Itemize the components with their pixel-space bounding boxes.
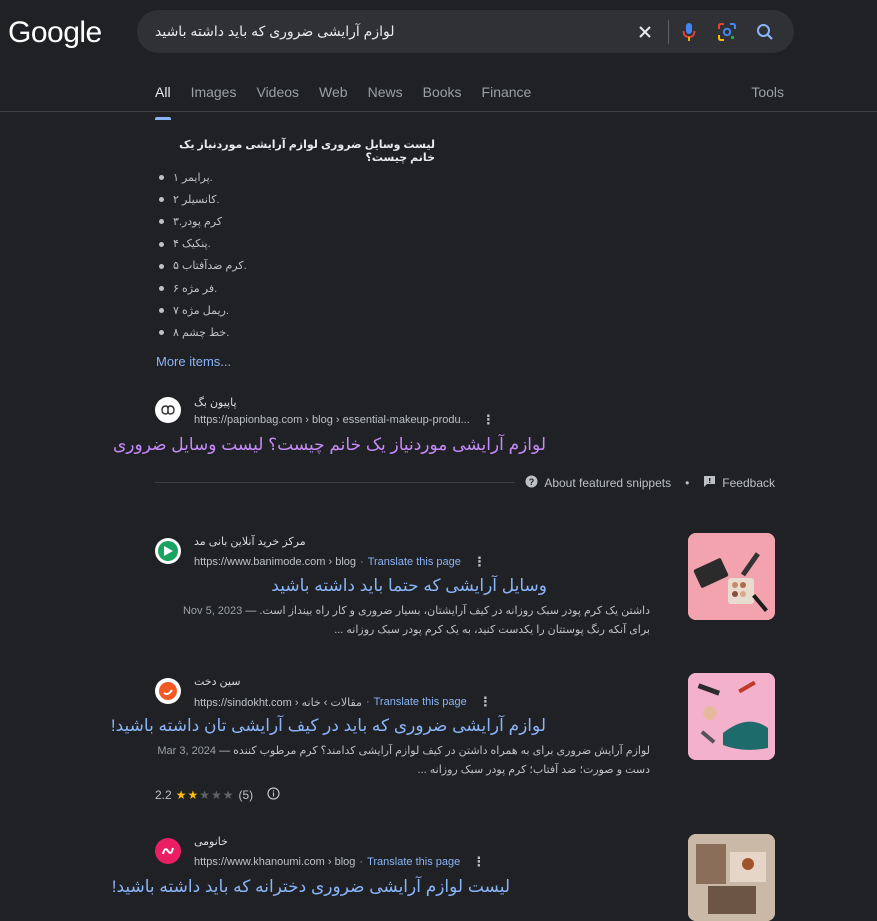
- svg-text:?: ?: [529, 477, 535, 487]
- list-item: ۳.کرم پودر: [155, 210, 247, 232]
- list-item: فر مژه ۶.: [155, 277, 247, 299]
- result-rating: 2.2 ★★★★★ (5): [155, 787, 280, 803]
- list-item: پنکیک ۴.: [155, 233, 247, 255]
- site-favicon[interactable]: [155, 678, 181, 704]
- footer-separator: •: [685, 476, 690, 490]
- site-url[interactable]: https://www.khanoumi.com › blog · Transl…: [194, 854, 485, 870]
- tab-finance[interactable]: Finance: [482, 82, 532, 110]
- translate-link[interactable]: Translate this page: [374, 696, 467, 708]
- site-url[interactable]: https://papionbag.com › blog › essential…: [194, 412, 495, 428]
- review-count: (5): [238, 788, 254, 802]
- url-text[interactable]: https://www.khanoumi.com › blog: [194, 856, 355, 868]
- result-date: Mar 3, 2024: [157, 745, 217, 757]
- list-item: کرم ضدآفتاب ۵.: [155, 255, 247, 277]
- help-icon[interactable]: ?: [525, 475, 538, 491]
- result-snippet-text: داشتن یک کرم پودر سبک روزانه در کیف آرای…: [245, 605, 650, 617]
- site-url[interactable]: https://www.banimode.com › blog · Transl…: [194, 554, 486, 570]
- list-item: کانسیلر ۲.: [155, 188, 247, 210]
- google-lens-icon[interactable]: [716, 21, 738, 43]
- search-result: خانومی https://www.khanoumi.com › blog ·…: [112, 835, 650, 900]
- list-item: ریمل مژه ۷.: [155, 299, 247, 321]
- tab-news[interactable]: News: [368, 82, 403, 110]
- translate-link[interactable]: Translate this page: [367, 856, 460, 868]
- more-options-icon[interactable]: ⋮: [473, 554, 486, 570]
- result-snippet: لوازم آرایش ضروری برای به همراه داشتن در…: [155, 742, 650, 780]
- tabs-divider: [0, 111, 877, 112]
- url-text[interactable]: https://papionbag.com › blog › essential…: [194, 414, 470, 426]
- site-name[interactable]: مرکز خرید آنلاین بانی مد: [194, 535, 306, 548]
- result-snippet-text: دست و صورت؛ ضد آفتاب؛ کرم پودر سبک روزان…: [417, 764, 650, 776]
- site-url[interactable]: https://sindokht.com › مقالات › خانه · T…: [194, 694, 492, 710]
- info-icon[interactable]: [267, 787, 280, 803]
- microphone-icon[interactable]: [678, 21, 700, 43]
- url-text[interactable]: https://sindokht.com › مقالات › خانه: [194, 696, 362, 709]
- search-input[interactable]: لوازم آرایشی ضروری که باید داشته باشید: [155, 10, 595, 53]
- snippet-footer: ? About featured snippets • Feedback: [515, 475, 775, 491]
- site-name[interactable]: خانومی: [194, 835, 228, 848]
- tools-button[interactable]: Tools: [751, 84, 784, 100]
- tab-books[interactable]: Books: [423, 82, 462, 110]
- result-title[interactable]: لوازم آرایشی ضروری که باید در کیف آرایشی…: [111, 716, 546, 736]
- more-items-link[interactable]: More items...: [156, 354, 231, 369]
- featured-snippet-source: پاپیون بگ https://papionbag.com › blog ›…: [113, 396, 546, 460]
- result-title[interactable]: لیست لوازم آرایشی ضروری دخترانه که باید …: [112, 877, 510, 897]
- rating-value: 2.2: [155, 788, 172, 802]
- more-options-icon[interactable]: ⋮: [472, 854, 485, 870]
- result-title[interactable]: لوازم آرایشی موردنیاز یک خانم چیست؟ لیست…: [113, 435, 546, 455]
- search-bar[interactable]: لوازم آرایشی ضروری که باید داشته باشید: [137, 10, 794, 53]
- rating-stars: ★★★★★: [175, 788, 235, 802]
- result-snippet-text: برای آنکه رنگ پوستتان را یکدست کنید، به …: [334, 624, 650, 636]
- result-snippet-text: لوازم آرایش ضروری برای به همراه داشتن در…: [219, 745, 650, 757]
- about-featured-snippets-link[interactable]: About featured snippets: [544, 476, 671, 490]
- tab-videos[interactable]: Videos: [256, 82, 299, 110]
- search-tabs: All Images Videos Web News Books Finance: [155, 82, 532, 120]
- list-item: پرایمر ۱.: [155, 166, 247, 188]
- featured-snippet-list: پرایمر ۱. کانسیلر ۲. ۳.کرم پودر پنکیک ۴.…: [155, 166, 247, 344]
- list-item: خط چشم ۸.: [155, 321, 247, 343]
- google-logo[interactable]: Google: [8, 16, 102, 50]
- result-title[interactable]: وسایل آرایشی که حتما باید داشته باشید: [271, 576, 547, 596]
- search-result: سین دخت https://sindokht.com › مقالات › …: [111, 675, 650, 815]
- result-thumbnail[interactable]: [688, 834, 775, 921]
- tab-web[interactable]: Web: [319, 82, 348, 110]
- search-icon[interactable]: [754, 21, 776, 43]
- url-text[interactable]: https://www.banimode.com › blog: [194, 556, 356, 568]
- result-thumbnail[interactable]: [688, 673, 775, 760]
- feedback-link[interactable]: Feedback: [722, 476, 775, 490]
- feedback-icon[interactable]: [703, 475, 716, 491]
- more-options-icon[interactable]: ⋮: [482, 412, 495, 428]
- result-thumbnail[interactable]: [688, 533, 775, 620]
- result-date: Nov 5, 2023: [182, 605, 243, 617]
- site-name[interactable]: سین دخت: [194, 675, 240, 688]
- featured-snippet-question: لیست وسایل ضروری لوازم آرایشی موردنیاز ی…: [179, 139, 435, 164]
- site-favicon[interactable]: [155, 838, 181, 864]
- site-favicon[interactable]: [155, 397, 181, 423]
- search-divider: [668, 20, 669, 44]
- search-result: مرکز خرید آنلاین بانی مد https://www.ban…: [155, 535, 650, 645]
- tab-all[interactable]: All: [155, 82, 171, 120]
- tab-images[interactable]: Images: [191, 82, 237, 110]
- clear-icon[interactable]: [634, 21, 656, 43]
- site-name[interactable]: پاپیون بگ: [194, 396, 237, 409]
- site-favicon[interactable]: [155, 538, 181, 564]
- more-options-icon[interactable]: ⋮: [479, 694, 492, 710]
- result-snippet: داشتن یک کرم پودر سبک روزانه در کیف آرای…: [155, 602, 650, 640]
- translate-link[interactable]: Translate this page: [368, 556, 461, 568]
